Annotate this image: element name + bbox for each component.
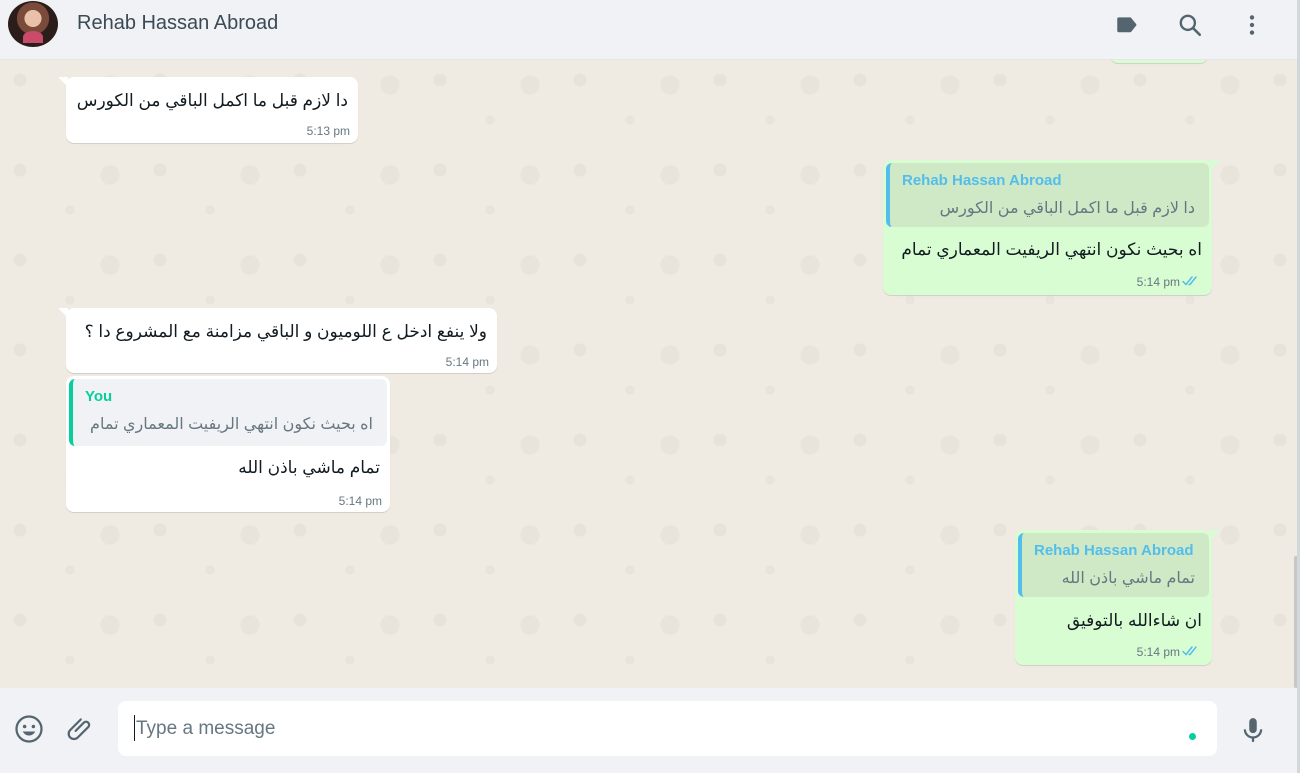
message-time: 5:14 pm <box>445 355 489 369</box>
quoted-message[interactable]: Rehab Hassan Abroad دا لازم قبل ما اكمل … <box>886 163 1209 227</box>
message-bubble[interactable]: دا لازم قبل ما اكمل الباقي من الكورس 5:1… <box>58 77 358 143</box>
message-text: ولا ينفع ادخل ع اللوميون و الباقي مزامنة… <box>84 322 487 341</box>
quoted-author: Rehab Hassan Abroad <box>902 172 1062 189</box>
message-text: تمام ماشي باذن الله <box>238 458 380 477</box>
status-dot <box>1189 733 1196 740</box>
contact-name[interactable]: Rehab Hassan Abroad <box>77 12 278 35</box>
message-input[interactable] <box>118 701 1217 756</box>
bubble-tail <box>58 77 68 87</box>
message-time: 5:14 pm <box>1136 275 1180 289</box>
bubble-tail <box>1210 530 1220 540</box>
message-bubble[interactable]: Rehab Hassan Abroad دا لازم قبل ما اكمل … <box>883 160 1220 295</box>
message-bubble[interactable]: You اه بحيث نكون انتهي الريفيت المعماري … <box>66 376 390 512</box>
message-bubble[interactable]: Rehab Hassan Abroad تمام ماشي باذن الله … <box>1015 530 1220 665</box>
message-composer <box>0 688 1297 773</box>
quoted-text: دا لازم قبل ما اكمل الباقي من الكورس <box>939 200 1195 217</box>
menu-icon[interactable] <box>1237 10 1267 40</box>
attach-icon[interactable] <box>63 712 97 746</box>
message-time: 5:14 pm <box>1136 645 1180 659</box>
bubble-tail <box>58 308 68 318</box>
search-icon[interactable] <box>1175 10 1205 40</box>
message-bubble-partial[interactable] <box>1110 60 1208 63</box>
quoted-author: You <box>85 388 113 405</box>
message-list[interactable]: دا لازم قبل ما اكمل الباقي من الكورس 5:1… <box>0 60 1297 688</box>
label-icon[interactable] <box>1112 10 1142 40</box>
chat-header: Rehab Hassan Abroad <box>0 0 1297 60</box>
message-time: 5:14 pm <box>338 494 382 508</box>
message-text: ان شاءالله بالتوفيق <box>1066 611 1202 630</box>
message-bubble[interactable]: ولا ينفع ادخل ع اللوميون و الباقي مزامنة… <box>58 308 497 373</box>
quoted-text: اه بحيث نكون انتهي الريفيت المعماري تمام <box>90 416 373 433</box>
mic-icon[interactable] <box>1236 713 1270 747</box>
double-check-icon <box>1182 276 1197 286</box>
bubble-tail <box>1210 160 1220 170</box>
double-check-icon <box>1182 646 1197 656</box>
quoted-message[interactable]: You اه بحيث نكون انتهي الريفيت المعماري … <box>69 379 387 446</box>
quoted-text: تمام ماشي باذن الله <box>1061 570 1195 587</box>
quoted-message[interactable]: Rehab Hassan Abroad تمام ماشي باذن الله <box>1018 533 1209 597</box>
message-text: دا لازم قبل ما اكمل الباقي من الكورس <box>76 91 348 110</box>
emoji-icon[interactable] <box>12 712 46 746</box>
quoted-author: Rehab Hassan Abroad <box>1034 542 1194 559</box>
message-time: 5:13 pm <box>306 124 350 138</box>
text-caret <box>134 715 135 741</box>
message-text: اه بحيث نكون انتهي الريفيت المعماري تمام <box>901 240 1202 259</box>
contact-avatar[interactable] <box>8 1 58 47</box>
